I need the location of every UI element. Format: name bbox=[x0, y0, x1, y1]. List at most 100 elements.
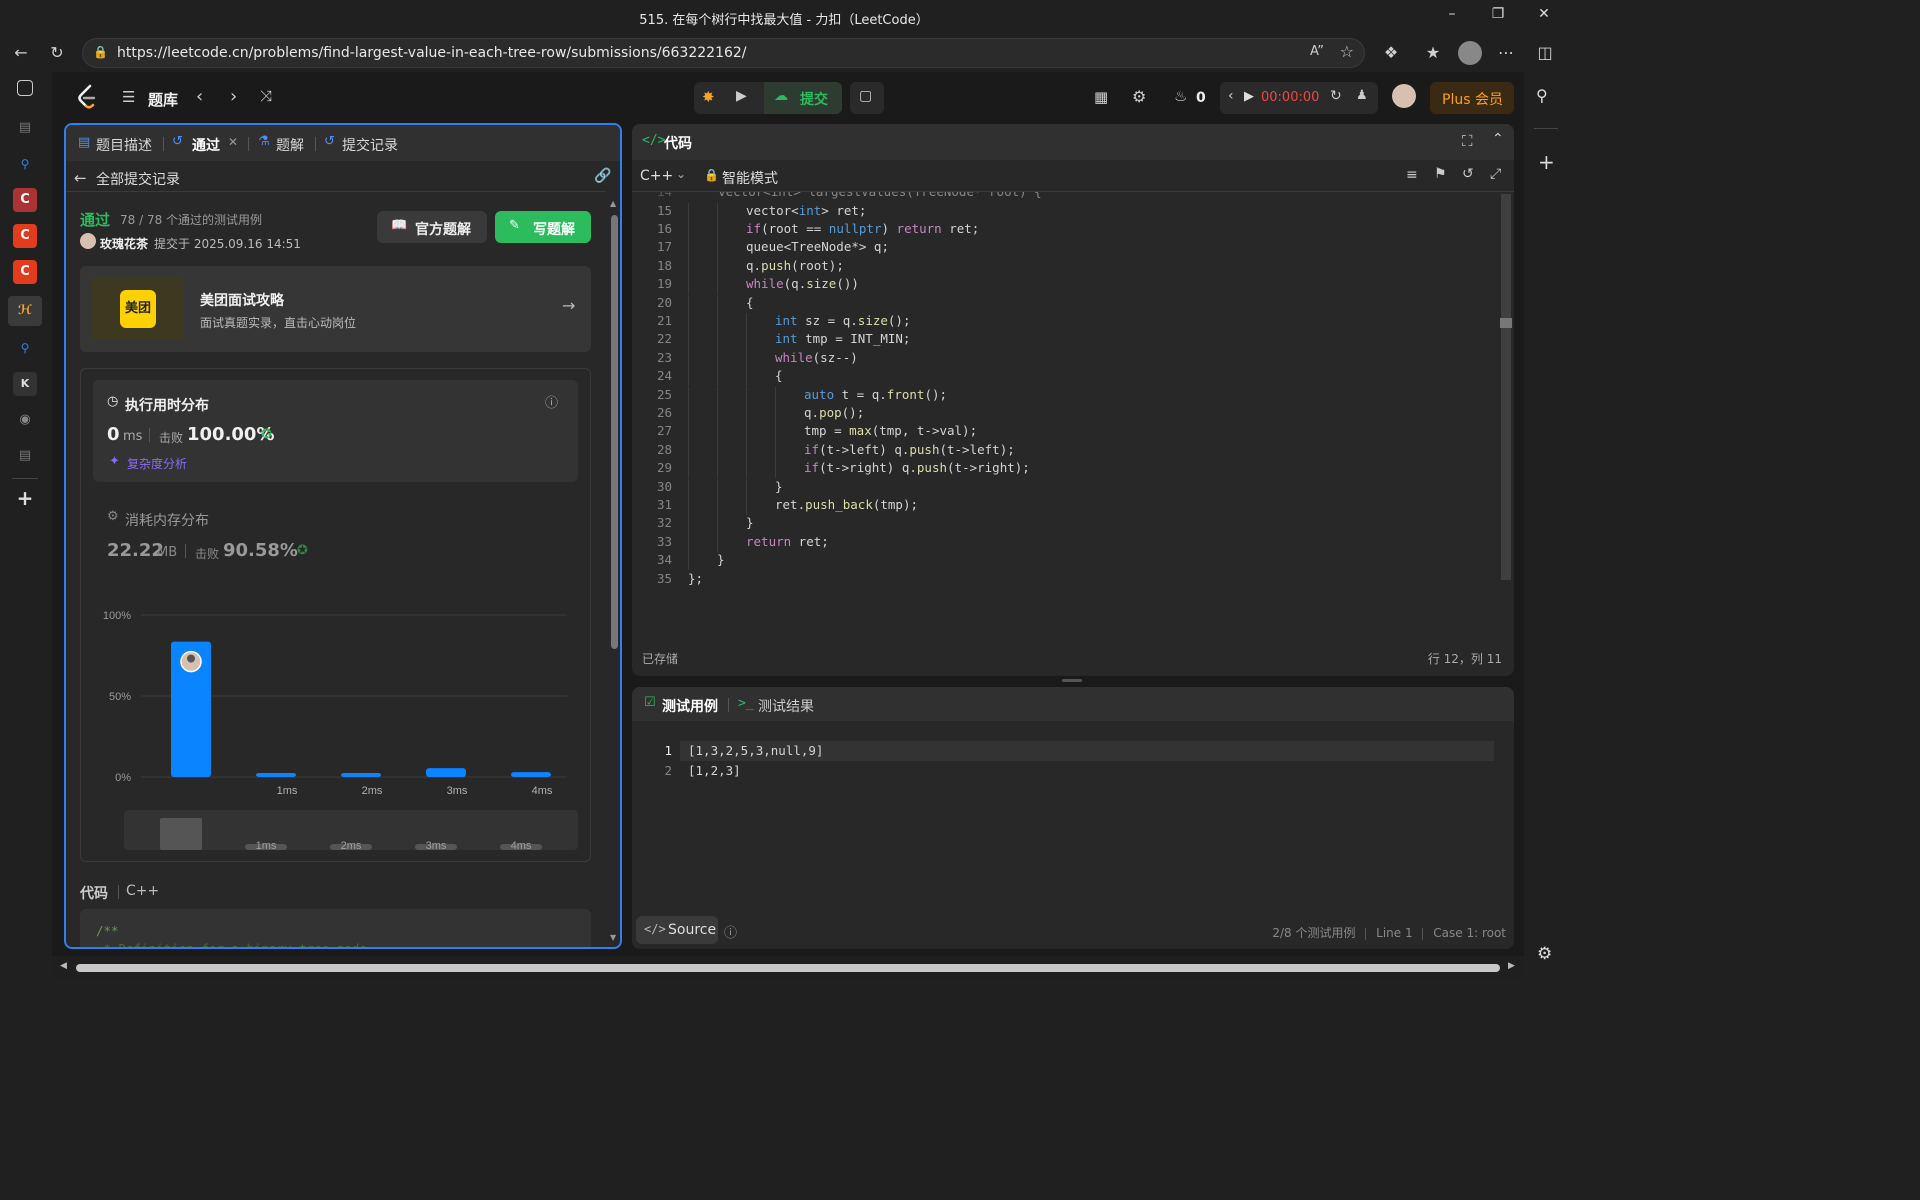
plus-membership-button[interactable]: Plus 会员 bbox=[1430, 82, 1514, 114]
bar[interactable] bbox=[341, 772, 381, 777]
next-problem-icon[interactable]: › bbox=[230, 86, 237, 107]
user-name[interactable]: 玫瑰花茶 bbox=[100, 235, 148, 252]
minimize-button[interactable]: – bbox=[1440, 6, 1464, 28]
refresh-icon[interactable]: ↻ bbox=[46, 42, 68, 64]
runtime-distribution-chart[interactable]: 100% 50% 0% 1ms 2ms 3ms 4ms 1ms 2ms 3ms 4ms bbox=[81, 595, 590, 859]
new-tab-icon[interactable]: + bbox=[13, 486, 37, 510]
scroll-down-icon[interactable]: ▼ bbox=[610, 933, 616, 942]
complexity-analysis-link[interactable]: 复杂度分析 bbox=[127, 455, 187, 472]
tab-description[interactable]: 题目描述 bbox=[96, 135, 152, 155]
tab-test-results[interactable]: 测试结果 bbox=[758, 696, 814, 716]
expand-icon[interactable]: ⤢ bbox=[1490, 166, 1501, 182]
restore-button[interactable]: ❐ bbox=[1486, 6, 1510, 28]
language-select[interactable]: C++ bbox=[640, 168, 673, 184]
search-icon[interactable]: ⚲ bbox=[1536, 86, 1548, 105]
left-scrollbar[interactable]: ▲ ▼ bbox=[610, 199, 618, 945]
code-line[interactable]: if(root == nullptr) return ret; bbox=[746, 221, 979, 239]
k-tab-icon[interactable]: K bbox=[13, 372, 37, 396]
code-area[interactable]: vector<int> largestValues(TreeNode* root… bbox=[632, 192, 1500, 632]
leetcode-logo-icon[interactable] bbox=[76, 84, 98, 110]
run-button[interactable]: ▶ bbox=[736, 88, 747, 104]
prev-problem-icon[interactable]: ‹ bbox=[196, 86, 203, 107]
reset-code-icon[interactable]: ↺ bbox=[1462, 166, 1474, 182]
code-line[interactable]: auto t = q.front(); bbox=[804, 387, 947, 405]
scroll-left-icon[interactable]: ◀ bbox=[60, 961, 67, 971]
memory-box[interactable]: ⚙ 消耗内存分布 22.22 MB 击败 90.58% ✪ bbox=[93, 487, 578, 577]
close-tab-icon[interactable]: ✕ bbox=[228, 135, 238, 149]
collapse-icon[interactable]: ⌃ bbox=[1492, 131, 1504, 147]
extensions-icon[interactable]: ❖ bbox=[1380, 42, 1402, 64]
code-line[interactable]: return ret; bbox=[746, 534, 829, 552]
tab-actions-icon[interactable] bbox=[17, 80, 33, 96]
code-line[interactable]: ret.push_back(tmp); bbox=[775, 497, 918, 515]
add-friend-icon[interactable]: ♟ bbox=[1356, 88, 1368, 103]
code-line[interactable]: tmp = max(tmp, t->val); bbox=[804, 423, 977, 441]
code-preview[interactable]: /** * Definition for a binary tree node. bbox=[80, 909, 591, 947]
sidebar-toggle-icon[interactable]: ◫ bbox=[1534, 42, 1556, 64]
runtime-box[interactable]: ◷ 执行用时分布 ⓘ 0 ms 击败 100.00% ✪ ✦ 复杂度分析 bbox=[93, 380, 578, 482]
code-line[interactable]: if(t->left) q.push(t->left); bbox=[804, 442, 1015, 460]
csdn-tab-icon-2[interactable]: C bbox=[13, 224, 37, 248]
code-line[interactable]: } bbox=[746, 515, 754, 533]
back-icon[interactable]: ← bbox=[10, 42, 32, 64]
testcase-line[interactable]: [1,3,2,5,3,null,9] bbox=[688, 743, 823, 761]
leetcode-tab-icon[interactable]: ℋ bbox=[8, 296, 42, 326]
layout-grid-icon[interactable]: ▦ bbox=[1094, 88, 1108, 106]
code-line[interactable]: { bbox=[746, 295, 754, 313]
editor-scroll-thumb[interactable] bbox=[1501, 194, 1511, 580]
shuffle-icon[interactable]: ⤨ bbox=[260, 87, 272, 105]
help-icon[interactable]: ⓘ bbox=[724, 922, 737, 941]
address-bar[interactable]: 🔒 https://leetcode.cn/problems/find-larg… bbox=[82, 38, 1365, 68]
code-line[interactable]: while(q.size()) bbox=[746, 276, 859, 294]
debug-icon[interactable]: ✸ bbox=[702, 88, 715, 106]
submit-button[interactable]: ☁ 提交 bbox=[764, 82, 842, 114]
profile-avatar[interactable] bbox=[1458, 41, 1482, 65]
all-submissions-link[interactable]: 全部提交记录 bbox=[96, 169, 180, 189]
testcase-line[interactable]: [1,2,3] bbox=[688, 763, 741, 781]
read-aloud-icon[interactable]: A” bbox=[1310, 44, 1324, 59]
meituan-ad-card[interactable]: 美团 美团面试攻略 面试真题实录，直击心动岗位 → bbox=[80, 266, 591, 352]
code-line[interactable]: vector<int> ret; bbox=[746, 203, 866, 221]
tab-accepted[interactable]: 通过 bbox=[192, 135, 220, 155]
code-line[interactable]: q.pop(); bbox=[804, 405, 864, 423]
search-tab-icon-2[interactable]: ⚲ bbox=[13, 336, 37, 360]
user-avatar[interactable] bbox=[1392, 84, 1416, 108]
settings-icon[interactable]: ⚙ bbox=[1132, 87, 1146, 106]
fullscreen-icon[interactable]: ⛶ bbox=[1462, 132, 1473, 150]
tab-submissions[interactable]: 提交记录 bbox=[342, 135, 398, 155]
bar[interactable] bbox=[426, 768, 466, 777]
code-line[interactable]: } bbox=[717, 552, 725, 570]
close-window-button[interactable]: ✕ bbox=[1532, 6, 1556, 28]
more-menu-icon[interactable]: ⋯ bbox=[1495, 42, 1517, 64]
favorite-star-icon[interactable]: ☆ bbox=[1340, 42, 1354, 61]
bar[interactable] bbox=[256, 772, 296, 777]
share-link-icon[interactable]: 🔗 bbox=[594, 168, 611, 184]
favorites-icon[interactable]: ★ bbox=[1422, 42, 1444, 64]
code-line[interactable]: if(t->right) q.push(t->right); bbox=[804, 460, 1030, 478]
info-icon[interactable]: ⓘ bbox=[545, 392, 558, 411]
notes-button[interactable]: ▢ bbox=[850, 82, 884, 114]
user-avatar-small[interactable] bbox=[80, 233, 96, 249]
write-solution-button[interactable]: ✎ 写题解 bbox=[495, 211, 591, 243]
code-line[interactable]: } bbox=[775, 479, 783, 497]
format-icon[interactable]: ≡ bbox=[1406, 167, 1418, 183]
code-line[interactable]: int tmp = INT_MIN; bbox=[775, 331, 910, 349]
page-scroll-thumb[interactable] bbox=[76, 964, 1500, 972]
csdn-tab-icon[interactable]: C bbox=[13, 188, 37, 212]
settings-gear-icon[interactable]: ⚙ bbox=[1537, 944, 1552, 964]
smart-mode-toggle[interactable]: 智能模式 bbox=[722, 168, 778, 188]
code-line[interactable]: q.push(root); bbox=[746, 258, 844, 276]
github-tab-icon[interactable]: ◉ bbox=[13, 408, 37, 432]
chevron-down-icon[interactable]: ⌄ bbox=[676, 167, 686, 181]
timer-reset-icon[interactable]: ↻ bbox=[1330, 88, 1342, 104]
testcase-input[interactable]: 1 [1,3,2,5,3,null,9] 2 [1,2,3] bbox=[632, 741, 1502, 801]
bar[interactable] bbox=[511, 772, 551, 777]
code-line[interactable]: }; bbox=[688, 571, 703, 589]
code-line[interactable]: { bbox=[775, 368, 783, 386]
saved-tab-icon-2[interactable]: ▤ bbox=[13, 444, 37, 468]
add-icon[interactable]: + bbox=[1538, 150, 1555, 174]
tab-testcases[interactable]: 测试用例 bbox=[662, 696, 718, 716]
left-scroll-thumb[interactable] bbox=[611, 215, 618, 649]
list-icon[interactable]: ☰ bbox=[122, 88, 135, 106]
url-text[interactable]: https://leetcode.cn/problems/find-larges… bbox=[117, 45, 747, 61]
